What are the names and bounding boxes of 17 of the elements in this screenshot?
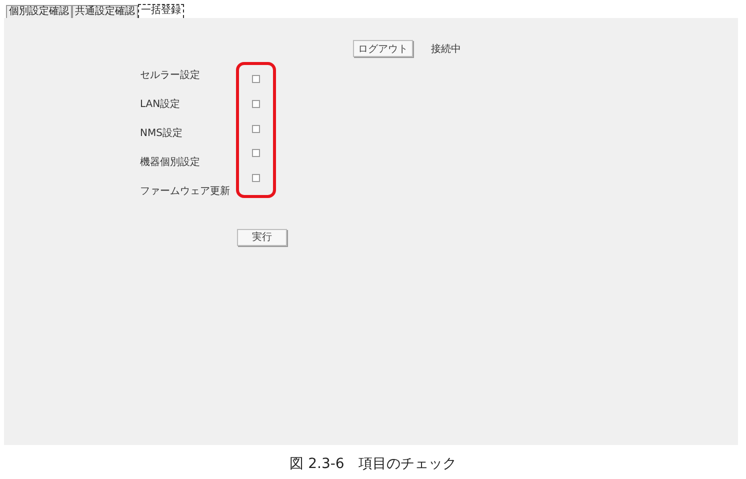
tab[interactable]: 共通設定確認 (72, 5, 138, 18)
item-label: NMS設定 (140, 126, 184, 141)
execute-button[interactable]: 実行 (237, 228, 287, 246)
item-label: 機器個別設定 (140, 156, 201, 170)
tab[interactable]: 一括登録 (138, 4, 184, 18)
checkbox[interactable] (252, 149, 260, 158)
item-label: ファームウェア更新 (140, 184, 231, 199)
figure-caption: 図 2.3-6 項目のチェック (288, 455, 458, 473)
item-label: LAN設定 (140, 98, 182, 112)
status-text: 接続中 (431, 42, 461, 56)
checkbox[interactable] (252, 100, 260, 108)
checkbox[interactable] (252, 75, 260, 83)
checkbox[interactable] (252, 174, 260, 182)
item-label: セルラー設定 (140, 68, 201, 83)
tab[interactable]: 個別設定確認 (6, 5, 72, 18)
logout-button[interactable]: ログアウト (353, 40, 413, 57)
checkbox[interactable] (252, 124, 260, 133)
